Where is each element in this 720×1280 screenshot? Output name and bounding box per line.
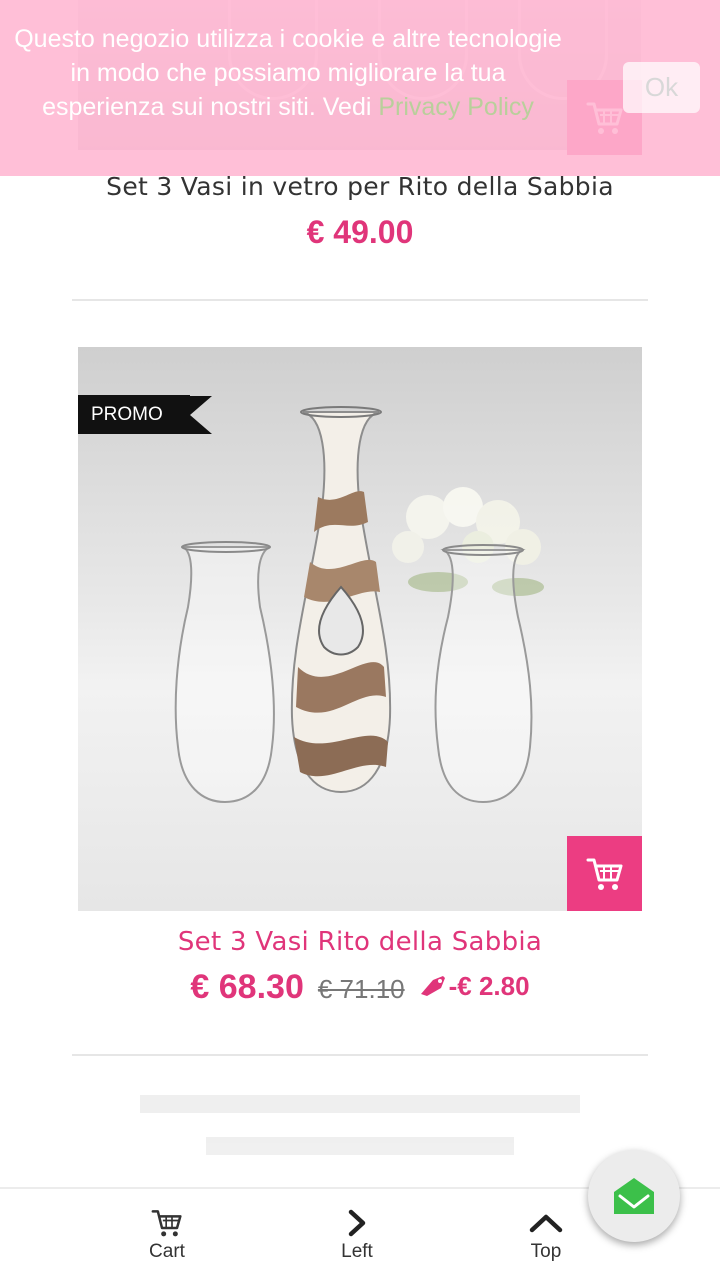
cookie-banner: Questo negozio utilizza i cookie e altre… bbox=[0, 0, 720, 176]
chevron-right-icon bbox=[348, 1209, 366, 1237]
next-product-preview bbox=[140, 1095, 580, 1165]
cookie-banner-text: Questo negozio utilizza i cookie e altre… bbox=[14, 22, 562, 124]
product-price-row: € 68.30 € 71.10 -€ 2.80 bbox=[0, 968, 720, 1007]
product-price: € 68.30 bbox=[190, 968, 304, 1006]
product-discount: -€ 2.80 bbox=[419, 971, 530, 1002]
product-title[interactable]: Set 3 Vasi in vetro per Rito della Sabbi… bbox=[0, 172, 720, 201]
newsletter-fab[interactable] bbox=[588, 1150, 680, 1242]
privacy-policy-link[interactable]: Privacy Policy bbox=[378, 93, 534, 121]
product-title[interactable]: Set 3 Vasi Rito della Sabbia bbox=[0, 927, 720, 957]
divider bbox=[72, 1054, 648, 1056]
tag-icon bbox=[420, 976, 445, 996]
promo-badge: PROMO bbox=[78, 395, 212, 434]
add-to-cart-button[interactable] bbox=[567, 836, 642, 911]
bottom-bar-left-label: Left bbox=[341, 1241, 373, 1262]
page: Set 3 Vasi in vetro per Rito della Sabbi… bbox=[0, 0, 720, 1280]
envelope-icon bbox=[614, 1178, 654, 1214]
bottom-bar-left[interactable]: Left bbox=[297, 1205, 417, 1263]
cart-icon bbox=[151, 1210, 182, 1237]
cookie-ok-button[interactable]: Ok bbox=[623, 62, 700, 113]
product-old-price: € 71.10 bbox=[317, 974, 405, 1004]
product-discount-label: -€ 2.80 bbox=[448, 970, 530, 1001]
bottom-bar-cart[interactable]: Cart bbox=[107, 1205, 227, 1263]
cart-icon bbox=[586, 858, 622, 890]
product-price: € 49.00 bbox=[306, 214, 414, 250]
chevron-up-icon bbox=[529, 1214, 563, 1233]
promo-badge-label: PROMO bbox=[78, 395, 190, 434]
bottom-bar-top[interactable]: Top bbox=[486, 1205, 606, 1263]
bottom-bar-top-label: Top bbox=[530, 1241, 562, 1262]
bottom-bar-cart-label: Cart bbox=[149, 1241, 185, 1262]
promo-badge-tail bbox=[190, 395, 212, 434]
divider bbox=[72, 299, 648, 301]
